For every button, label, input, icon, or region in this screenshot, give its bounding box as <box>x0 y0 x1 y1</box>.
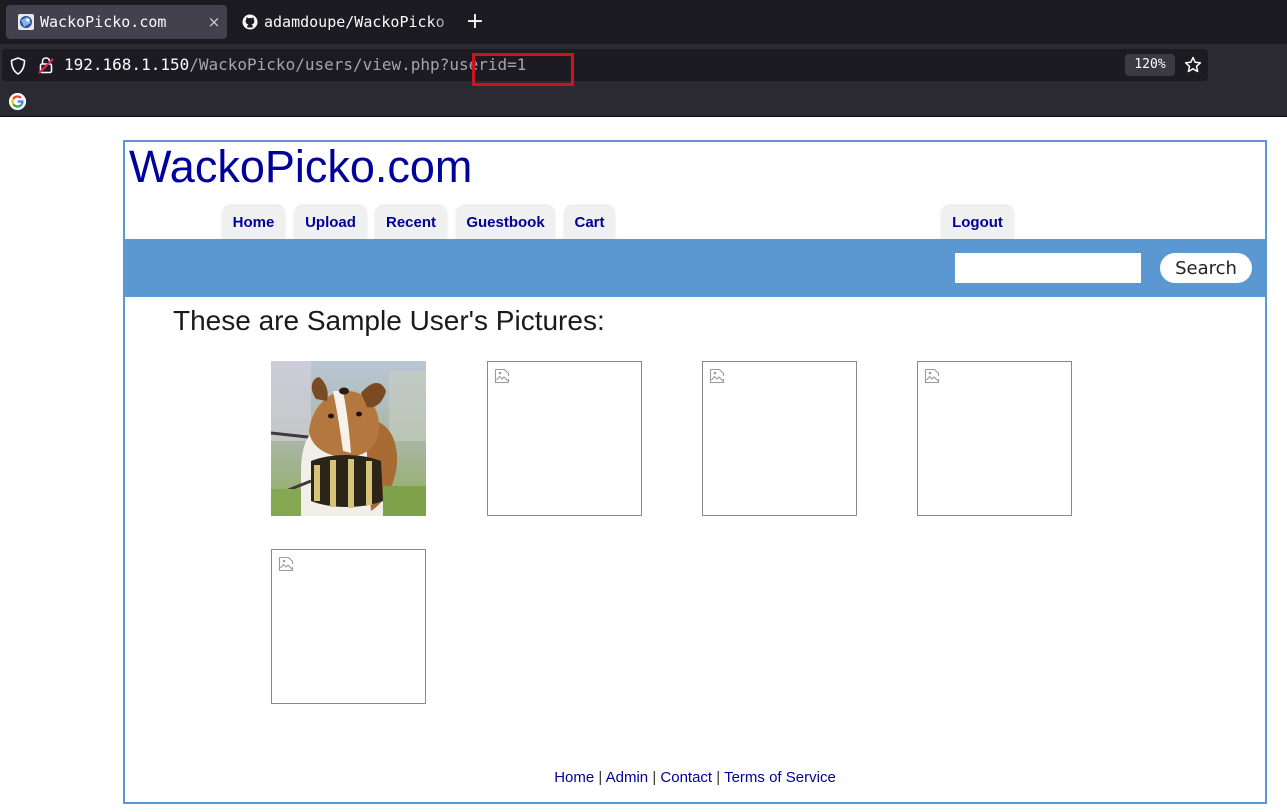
footer-separator: | <box>598 769 603 786</box>
nav-tab-upload[interactable]: Upload <box>294 206 367 240</box>
page-heading: These are Sample User's Pictures: <box>173 305 605 336</box>
broken-image-icon <box>709 368 725 384</box>
browser-nav-bar: 192.168.1.150/WackoPicko/users/view.php?… <box>0 44 1287 86</box>
search-input[interactable] <box>955 253 1141 283</box>
new-tab-button[interactable]: + <box>462 8 488 36</box>
dog-photo <box>270 361 426 516</box>
google-bookmark[interactable] <box>9 93 26 110</box>
bookmark-star-icon[interactable] <box>1184 56 1202 74</box>
browser-tab-bar: WackoPicko.com × adamdoupe/WackoPicko + <box>0 0 1287 44</box>
footer-link-terms[interactable]: Terms of Service <box>724 769 836 786</box>
footer-link-home[interactable]: Home <box>554 769 594 786</box>
web-page: WackoPicko.com Home Upload Recent Guestb… <box>0 118 1287 812</box>
picture-thumbnail-dog[interactable] <box>270 361 426 516</box>
bookmarks-toolbar <box>0 86 1287 117</box>
footer-link-contact[interactable]: Contact <box>660 769 712 786</box>
tab-title: WackoPicko.com <box>40 13 167 31</box>
nav-tab-cart[interactable]: Cart <box>564 206 615 240</box>
nav-tab-home[interactable]: Home <box>222 206 285 240</box>
insecure-lock-icon[interactable] <box>38 56 54 74</box>
site-container: WackoPicko.com Home Upload Recent Guestb… <box>123 140 1267 804</box>
nav-tab-guestbook[interactable]: Guestbook <box>456 206 555 240</box>
broken-image-icon <box>278 556 294 572</box>
broken-image-icon <box>494 368 510 384</box>
footer-link-admin[interactable]: Admin <box>606 769 649 786</box>
site-logo[interactable]: WackoPicko.com <box>129 142 472 192</box>
tracking-shield-icon[interactable] <box>10 57 26 75</box>
tab-title: adamdoupe/WackoPicko <box>264 13 445 31</box>
picture-thumbnail-broken[interactable] <box>917 361 1072 516</box>
footer-separator: | <box>652 769 657 786</box>
google-icon <box>9 93 26 110</box>
url-host: 192.168.1.150 <box>64 55 190 74</box>
search-bar: Search <box>125 239 1265 297</box>
nav-tab-logout[interactable]: Logout <box>941 206 1014 240</box>
github-icon <box>242 14 258 30</box>
site-favicon-icon <box>18 14 34 30</box>
url-parameter-highlight <box>472 53 574 86</box>
zoom-level-button[interactable]: 120% <box>1125 54 1175 76</box>
picture-thumbnail-broken[interactable] <box>487 361 642 516</box>
footer-separator: | <box>716 769 721 786</box>
picture-thumbnail-broken[interactable] <box>702 361 857 516</box>
search-button[interactable]: Search <box>1160 253 1252 283</box>
nav-tab-recent[interactable]: Recent <box>375 206 447 240</box>
picture-thumbnail-broken[interactable] <box>271 549 426 704</box>
url-text: 192.168.1.150/WackoPicko/users/view.php?… <box>64 54 526 76</box>
broken-image-icon <box>924 368 940 384</box>
tab-wackopicko[interactable]: WackoPicko.com × <box>6 5 227 39</box>
tab-github[interactable]: adamdoupe/WackoPicko <box>230 5 460 39</box>
tab-close-icon[interactable]: × <box>201 13 227 31</box>
address-bar[interactable]: 192.168.1.150/WackoPicko/users/view.php?… <box>2 49 1208 86</box>
site-footer: Home | Admin | Contact | Terms of Servic… <box>125 769 1265 786</box>
